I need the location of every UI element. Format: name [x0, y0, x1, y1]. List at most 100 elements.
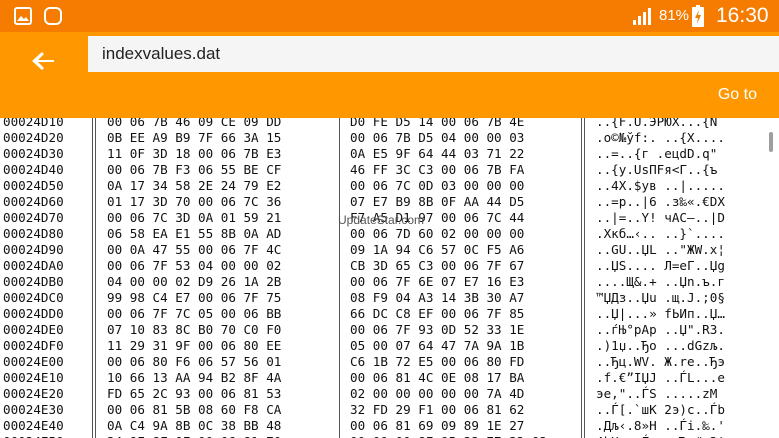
clock: 16:30	[716, 4, 769, 27]
hex-left-row: 00 06 7C 3D 0A 01 59 21	[107, 210, 282, 225]
hex-right-row: D0 FE D5 14 00 06 7B 4E	[350, 118, 525, 129]
ascii-row: .о©№ўf:. ..{X....	[596, 130, 725, 145]
hex-left-row: 00 06 81 5B 08 60 F8 CA	[107, 402, 282, 417]
battery-percent: 81%	[659, 7, 690, 24]
watermark: UpdateStar.com	[338, 213, 425, 227]
ascii-row: ..|=..Y! чАС—..|D	[596, 210, 725, 225]
ascii-column: ..{F.Ü.ЭРЮХ...{N .о©№ўf:. ..{X.... ..=..{г…	[596, 118, 725, 438]
hex-left-row: 99 98 C4 E7 00 06 7F 75	[107, 290, 282, 305]
hex-right-row: 00 06 81 4C 0E 08 17 BA	[350, 370, 525, 385]
ascii-row: ..Џ|...» fЬИп..Џ…	[596, 306, 725, 321]
address-row: 00024DE0	[3, 322, 64, 337]
column-divider	[581, 118, 582, 438]
ascii-row: ..=..{г .eцdD.q"	[596, 146, 718, 161]
hex-column-right: D0 FE D5 14 00 06 7B 4E 00 06 7B D5 04 00…	[350, 118, 547, 438]
column-divider	[584, 118, 585, 438]
hex-left-row: 0A C4 9A 8B 0C 38 BB 48	[107, 418, 282, 433]
hex-right-row: 00 06 81 69 09 89 1E 27	[350, 418, 525, 433]
hex-left-row: 11 0F 3D 18 00 06 7B E3	[107, 146, 282, 161]
hex-column-left: 00 06 7B 46 09 CE 09 DD 0B EE A9 B9 7F 66…	[107, 118, 281, 438]
hex-right-row: 00 00 00 8E 95 23 77 32 92	[350, 434, 547, 438]
hex-left-row: 07 10 83 8C B0 70 C0 F0	[107, 322, 282, 337]
ascii-row: ..=р..|6 .з‰«.€DX	[596, 194, 725, 209]
address-row: 00024D90	[3, 242, 64, 257]
file-name-field[interactable]	[88, 36, 779, 72]
ascii-row: эе,"..ЃS .....zM	[596, 386, 718, 401]
ascii-row: .)1џ..Ђо ...dGzљ.	[596, 338, 725, 353]
file-name-input[interactable]	[102, 42, 702, 66]
address-row: 00024DF0	[3, 338, 64, 353]
column-divider	[95, 118, 96, 438]
ascii-row: ..ЏS.... Л=еГ..Џg	[596, 258, 725, 273]
ascii-row: ..ѓЊ°рАр ..Џ".R3.	[596, 322, 725, 337]
address-row: 00024E10	[3, 370, 64, 385]
hex-right-row: 32 FD 29 F1 00 06 81 62	[350, 402, 525, 417]
hex-right-row: 09 1A 94 C6 57 0C F5 A6	[350, 242, 525, 257]
hex-left-row: FD 65 2C 93 00 06 81 53	[107, 386, 282, 401]
address-row: 00024D50	[3, 178, 64, 193]
ascii-row: ..{у.UsПFя<Г..{ъ	[596, 162, 718, 177]
hex-left-row: 00 06 7B 46 09 CE 09 DD	[107, 118, 282, 129]
hex-left-row: 0B EE A9 B9 7F 66 3A 15	[107, 130, 282, 145]
go-to-button[interactable]: Go to	[718, 86, 757, 104]
address-row: 00024D70	[3, 210, 64, 225]
address-row: 00024D60	[3, 194, 64, 209]
ascii-row: .Дљ‹.8»Н ..Ѓi.‰.'	[596, 418, 725, 433]
address-row: 00024E50	[3, 434, 64, 438]
hex-right-row: 00 06 7F 93 0D 52 33 1E	[350, 322, 525, 337]
app-bar: Go to	[0, 32, 779, 118]
ascii-row: ..Ѓ[.`шК 2э)с..Ѓb	[596, 402, 725, 417]
hex-right-row: 66 DC C8 EF 00 06 7F 85	[350, 306, 525, 321]
hex-left-row: 34 9E 8F 0E 00 06 81 70	[107, 434, 281, 438]
ascii-row: ..{F.Ü.ЭРЮХ...{N	[596, 118, 718, 129]
scrollbar-thumb[interactable]	[769, 132, 773, 152]
hex-viewer[interactable]: 00024D10 00024D20 00024D30 00024D40 00024D50…	[0, 118, 779, 438]
hex-left-row: 10 66 13 AA 94 B2 8F 4A	[107, 370, 282, 385]
hex-right-row: 46 FF 3C C3 00 06 7B FA	[350, 162, 525, 177]
hex-left-row: 00 06 7F 7C 05 00 06 BB	[107, 306, 282, 321]
hex-right-row: 05 00 07 64 47 7A 9A 1B	[350, 338, 525, 353]
input-underline	[88, 72, 236, 74]
address-row: 00024E30	[3, 402, 64, 417]
hex-right-row: CB 3D 65 C3 00 06 7F 67	[350, 258, 525, 273]
ascii-row: ....Щ&.+ ..Џn.ъ.г	[596, 274, 725, 289]
hex-right-row: 0A E5 9F 64 44 03 71 22	[350, 146, 525, 161]
back-arrow-icon[interactable]	[22, 40, 66, 84]
battery-charging-icon	[692, 5, 704, 27]
status-bar: 81% 16:30	[0, 0, 779, 32]
app-notification-icon	[44, 7, 62, 25]
column-divider	[92, 118, 93, 438]
hex-left-row: 00 06 80 F6 06 57 56 01	[107, 354, 282, 369]
address-row: 00024D20	[3, 130, 64, 145]
hex-right-row: 02 00 00 00 00 00 7A 4D	[350, 386, 525, 401]
address-row: 00024D10	[3, 118, 64, 129]
address-column: 00024D10 00024D20 00024D30 00024D40 00024D50…	[3, 118, 64, 438]
ascii-row: ..4X.$ув ..|.....	[596, 178, 725, 193]
address-row: 00024E40	[3, 418, 64, 433]
hex-left-row: 11 29 31 9F 00 06 80 EE	[107, 338, 282, 353]
hex-right-row: 00 06 7B D5 04 00 00 03	[350, 130, 525, 145]
ascii-row: .Хкб…‹.. ..}`....	[596, 226, 725, 241]
hex-left-row: 0A 17 34 58 2E 24 79 E2	[107, 178, 282, 193]
signal-icon	[633, 8, 651, 25]
hex-left-row: 04 00 00 02 D9 26 1A 2B	[107, 274, 282, 289]
hex-right-row: 08 F9 04 A3 14 3B 30 A7	[350, 290, 525, 305]
address-row: 00024D80	[3, 226, 64, 241]
hex-right-row: 00 06 7D 60 02 00 00 00	[350, 226, 525, 241]
hex-left-row: 00 06 7B F3 06 55 BE CF	[107, 162, 282, 177]
address-row: 00024DA0	[3, 258, 64, 273]
column-divider	[339, 118, 340, 438]
hex-left-row: 00 06 7F 53 04 00 00 02	[107, 258, 282, 273]
ascii-row: ..GU..ЏL .."ЖW.х¦	[596, 242, 725, 257]
address-row: 00024D30	[3, 146, 64, 161]
gallery-notification-icon	[14, 7, 32, 25]
address-row: 00024E20	[3, 386, 64, 401]
ascii-row: .f.€”ІЏЈ ..ЃL...е	[596, 370, 725, 385]
hex-left-row: 00 0A 47 55 00 06 7F 4C	[107, 242, 282, 257]
ascii-row: ™ЏДз..Џu .щ.J.;0§	[596, 290, 725, 305]
ascii-row: ..Ђц.WV. Ж.re..Ђэ	[596, 354, 725, 369]
address-row: 00024E00	[3, 354, 64, 369]
ascii-row: 4ћЏ...Ѓp ..Ђ•#w2'	[596, 434, 725, 438]
hex-right-row: 07 E7 B9 8B 0F AA 44 D5	[350, 194, 525, 209]
address-row: 00024DC0	[3, 290, 64, 305]
